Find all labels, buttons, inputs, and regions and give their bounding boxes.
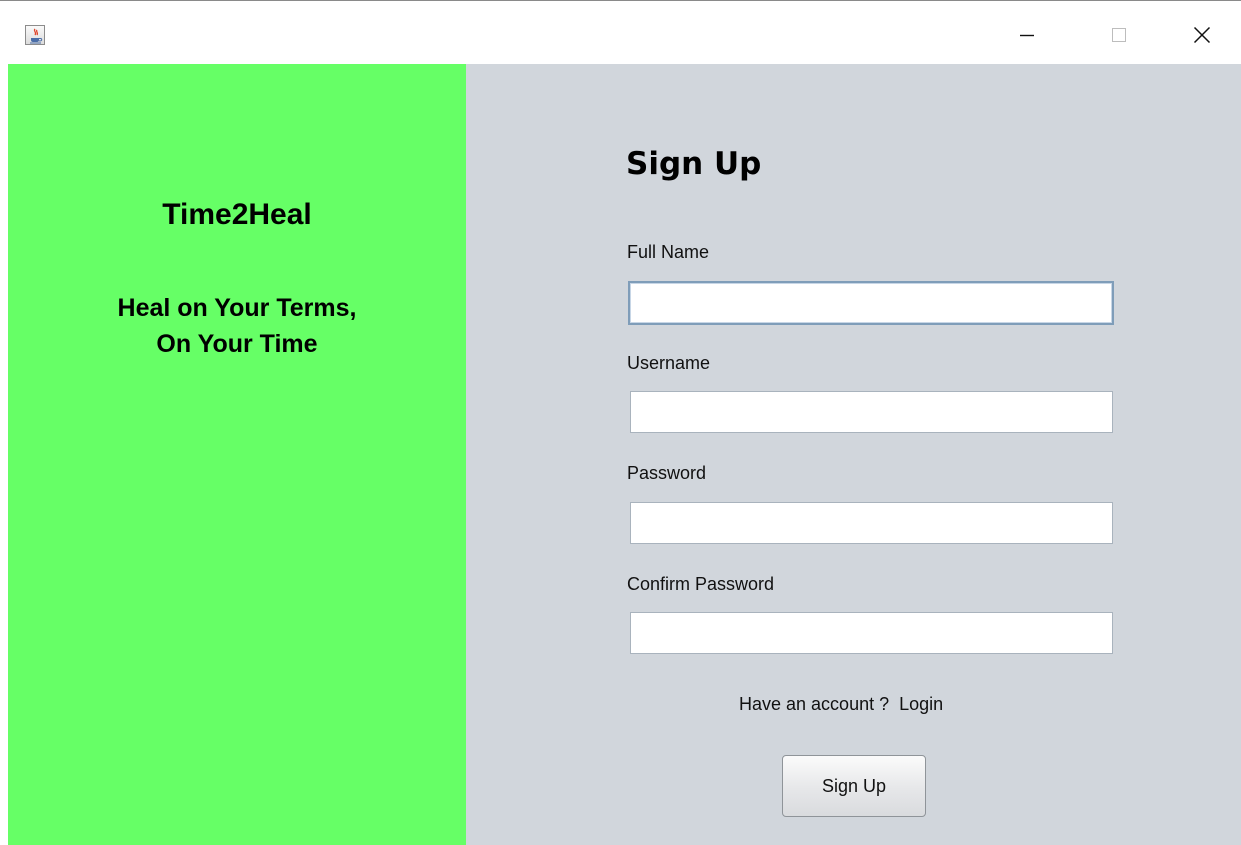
signup-panel <box>466 64 1241 845</box>
signup-window: Time2Heal Heal on Your Terms, On Your Ti… <box>0 0 1241 845</box>
close-button[interactable] <box>1179 18 1225 52</box>
confirm-password-field[interactable] <box>630 612 1113 654</box>
username-field[interactable] <box>630 391 1113 433</box>
maximize-button[interactable] <box>1096 18 1142 52</box>
password-label: Password <box>627 463 707 483</box>
minimize-icon <box>1020 34 1034 37</box>
minimize-button[interactable] <box>1004 18 1050 52</box>
full-name-field[interactable] <box>628 281 1114 325</box>
confirm-password-label: Confirm Password <box>627 574 775 594</box>
tagline-line-2: On Your Time <box>156 330 318 358</box>
java-cup-icon <box>25 25 45 45</box>
password-field[interactable] <box>630 502 1113 544</box>
form-title: Sign Up <box>626 146 762 182</box>
login-link[interactable]: Login <box>899 694 943 714</box>
account-prompt-text: Have an account ? <box>739 694 890 714</box>
sign-up-button[interactable]: Sign Up <box>782 755 926 817</box>
title-bar <box>0 0 1241 64</box>
maximize-icon <box>1112 28 1126 42</box>
full-name-label: Full Name <box>627 242 710 262</box>
app-name: Time2Heal <box>162 198 312 231</box>
tagline: Heal on Your Terms, On Your Time <box>8 290 466 362</box>
brand-panel: Time2Heal Heal on Your Terms, On Your Ti… <box>8 64 466 845</box>
tagline-line-1: Heal on Your Terms, <box>117 294 357 322</box>
close-icon <box>1193 26 1211 44</box>
account-prompt-line: Have an account ? Login <box>739 694 943 715</box>
username-label: Username <box>627 353 711 373</box>
